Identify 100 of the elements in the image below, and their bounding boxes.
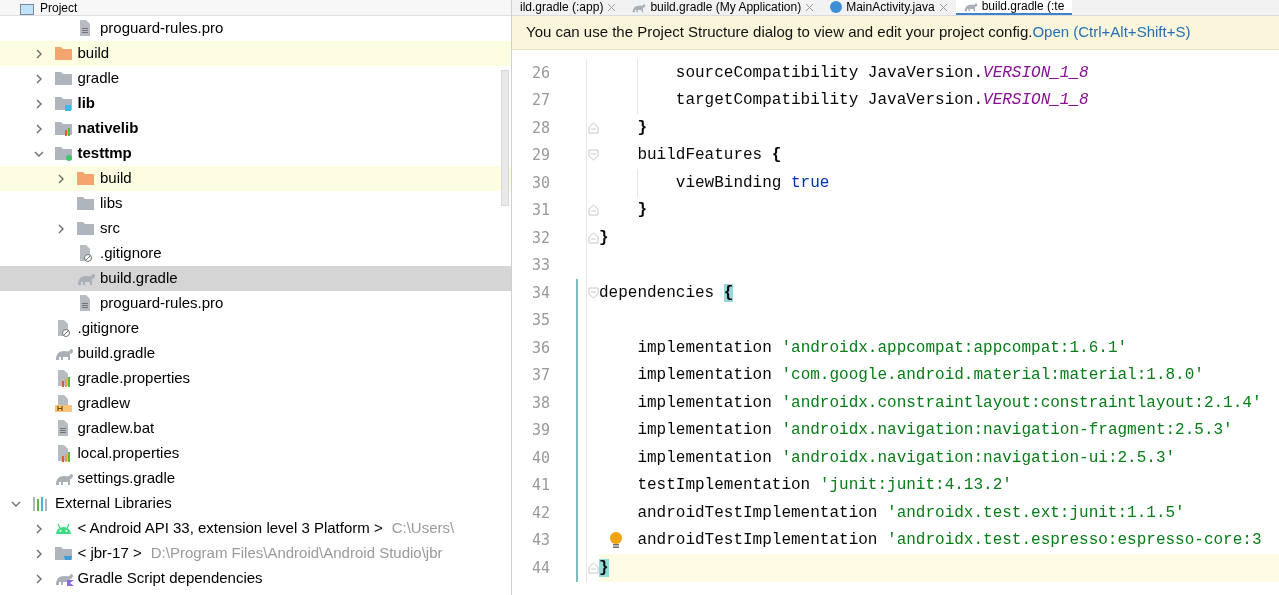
fold-marker-icon[interactable] bbox=[587, 561, 599, 574]
tree-row[interactable]: .gitignore bbox=[0, 316, 511, 341]
tree-row[interactable]: proguard-rules.pro bbox=[0, 16, 511, 41]
window-icon bbox=[20, 4, 34, 15]
code-line: viewBinding true bbox=[675, 172, 830, 194]
tree-item-label: local.properties bbox=[77, 443, 180, 464]
line-number: 26 bbox=[530, 62, 550, 84]
tree-row[interactable]: proguard-rules.pro bbox=[0, 291, 511, 316]
elephant-icon bbox=[963, 0, 978, 12]
android-icon bbox=[54, 522, 72, 535]
elephant-icon bbox=[54, 571, 74, 586]
close-icon[interactable] bbox=[938, 2, 948, 12]
tree-row[interactable]: gradle bbox=[0, 66, 511, 91]
text-file-icon bbox=[77, 295, 93, 312]
editor-tab[interactable]: build.gradle (My Application) bbox=[624, 0, 823, 15]
editor-tab[interactable]: ild.gradle (:app) bbox=[512, 0, 625, 15]
tree-item-label: External Libraries bbox=[55, 493, 172, 514]
line-number: 35 bbox=[530, 310, 550, 331]
tree-item-label: .gitignore bbox=[77, 318, 140, 339]
tree-row[interactable]: nativelib bbox=[0, 116, 511, 141]
tree-row[interactable]: src bbox=[0, 216, 511, 241]
tree-item-label: gradle.properties bbox=[77, 368, 191, 389]
tree-item-label: gradlew bbox=[77, 393, 131, 414]
tree-item-label: lib bbox=[77, 93, 95, 114]
line-number: 33 bbox=[530, 255, 550, 276]
scrollbar[interactable] bbox=[501, 70, 509, 206]
elephant-icon bbox=[632, 1, 647, 13]
tree-item-label: testtmp bbox=[77, 143, 132, 164]
tree-item-label: proguard-rules.pro bbox=[100, 293, 224, 314]
tree-row[interactable]: gradlew bbox=[0, 391, 511, 416]
code-line: testImplementation 'junit:junit:4.13.2' bbox=[637, 475, 1012, 497]
folder-icon bbox=[54, 71, 72, 86]
fold-marker-icon[interactable] bbox=[587, 204, 599, 217]
tree-row[interactable]: testtmp bbox=[0, 141, 511, 166]
line-number: 32 bbox=[530, 227, 550, 249]
tree-row[interactable]: < Android API 33, extension level 3 Platform > C:\Users\ bbox=[0, 516, 511, 541]
line-number: 37 bbox=[530, 365, 550, 386]
tree-row[interactable]: gradlew.bat bbox=[0, 416, 511, 441]
fold-marker-icon[interactable] bbox=[587, 149, 599, 162]
tree-item-label: build.gradle bbox=[100, 268, 178, 289]
line-number: 42 bbox=[530, 502, 550, 524]
code-line: implementation 'androidx.constraintlayout:constraintlayout:2.1.4' bbox=[637, 392, 1262, 414]
code-line: } bbox=[637, 200, 647, 222]
code-line: targetCompatibility JavaVersion.VERSION_1_8 bbox=[675, 90, 1089, 112]
fold-marker-icon[interactable] bbox=[587, 231, 599, 244]
line-number: 40 bbox=[530, 447, 550, 469]
ignored-file-icon bbox=[77, 245, 93, 262]
close-icon[interactable] bbox=[805, 2, 815, 12]
tree-row[interactable]: External Libraries bbox=[0, 491, 511, 516]
tree-row[interactable]: build bbox=[0, 41, 511, 66]
line-number: 28 bbox=[530, 117, 550, 139]
fold-marker-icon[interactable] bbox=[587, 121, 599, 134]
line-number: 34 bbox=[530, 282, 550, 304]
fold-marker-icon[interactable] bbox=[587, 286, 599, 299]
tree-row[interactable]: .gitignore bbox=[0, 241, 511, 266]
banner-text: You can use the Project Structure dialog to view and edit your project config. bbox=[526, 22, 1033, 43]
tree-row[interactable]: local.properties bbox=[0, 441, 511, 466]
text-file-icon bbox=[77, 20, 93, 37]
tree-row[interactable]: Gradle Script dependencies bbox=[0, 566, 511, 591]
tree-row[interactable]: settings.gradle bbox=[0, 466, 511, 491]
tree-item-label: gradlew.bat bbox=[77, 418, 155, 439]
tab-label: ild.gradle (:app) bbox=[520, 0, 604, 14]
code-line: sourceCompatibility JavaVersion.VERSION_1_8 bbox=[675, 62, 1089, 84]
editor-tab[interactable]: build.gradle (:te bbox=[955, 0, 1073, 15]
tree-item-label: build.gradle bbox=[77, 343, 156, 364]
editor-tab[interactable]: MainActivity.java bbox=[822, 0, 956, 15]
tree-row[interactable]: build.gradle bbox=[0, 266, 511, 291]
tree-row[interactable]: libs bbox=[0, 191, 511, 216]
line-number: 44 bbox=[530, 557, 550, 579]
open-link[interactable]: Open (Ctrl+Alt+Shift+S) bbox=[1032, 21, 1191, 44]
line-number: 31 bbox=[530, 200, 550, 221]
lightbulb-icon[interactable] bbox=[609, 531, 623, 550]
module-folder-icon bbox=[54, 96, 72, 111]
folder-icon bbox=[77, 196, 94, 211]
elephant-icon bbox=[77, 271, 96, 286]
code-line: androidTestImplementation 'androidx.test.espresso:espresso-core:3 bbox=[637, 530, 1262, 552]
tree-row[interactable]: build.gradle bbox=[0, 341, 511, 366]
folder-icon bbox=[54, 546, 72, 561]
tree-item-label: build bbox=[100, 168, 132, 189]
tree-item-label: .gitignore bbox=[100, 243, 162, 264]
tree-row[interactable]: build bbox=[0, 166, 511, 191]
tree-item-label: Gradle Script dependencies bbox=[77, 568, 263, 589]
tree-row[interactable]: < jbr-17 > D:\Program Files\Android\Android Studio\jbr bbox=[0, 541, 511, 566]
code-line: buildFeatures { bbox=[637, 145, 782, 167]
code-line: } bbox=[599, 227, 609, 249]
code-line: implementation 'androidx.appcompat:appcompat:1.6.1' bbox=[637, 337, 1128, 359]
folder-icon bbox=[54, 46, 72, 61]
tree-row[interactable]: gradle.properties bbox=[0, 366, 511, 391]
line-number: 41 bbox=[530, 475, 550, 496]
elephant-icon bbox=[54, 346, 74, 361]
panel-title[interactable]: Project bbox=[40, 1, 78, 15]
elephant-icon bbox=[54, 471, 74, 486]
tree-row[interactable]: lib bbox=[0, 91, 511, 116]
line-number: 36 bbox=[530, 337, 550, 359]
tree-item-label: settings.gradle bbox=[77, 468, 176, 489]
tree-item-label: proguard-rules.pro bbox=[100, 18, 224, 39]
close-icon[interactable] bbox=[607, 2, 617, 12]
path-label: C:\Users\ bbox=[391, 518, 455, 539]
code-line: implementation 'androidx.navigation:navigation-fragment:2.5.3' bbox=[637, 420, 1233, 442]
line-number: 27 bbox=[530, 90, 550, 111]
